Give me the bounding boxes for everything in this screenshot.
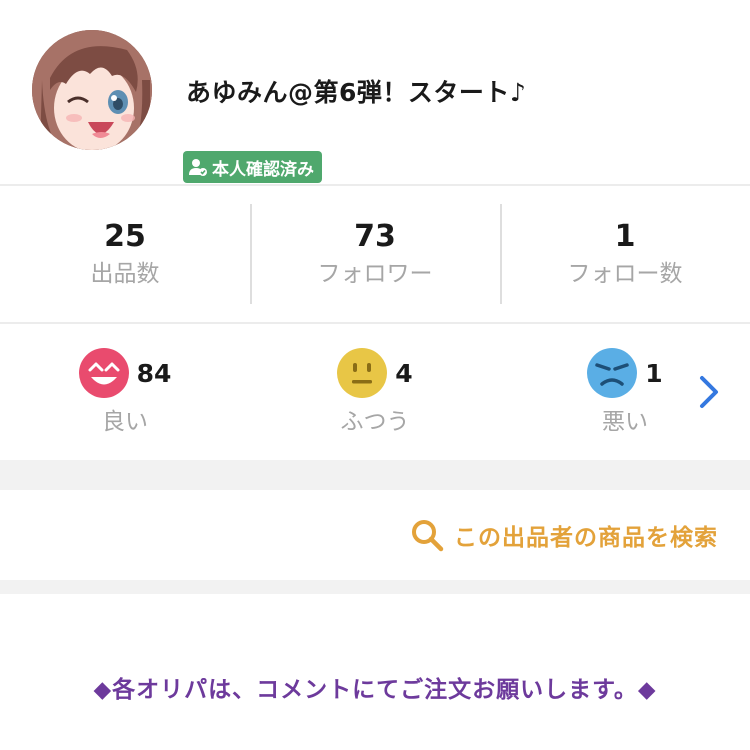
stat-value: 1 xyxy=(614,219,636,254)
seller-comment: ◆各オリパは、コメントにてご注文お願いします。◆ xyxy=(93,677,657,703)
search-icon xyxy=(412,520,444,552)
ratings-more-button[interactable] xyxy=(698,374,720,414)
stat-followers[interactable]: 73 フォロワー xyxy=(250,186,500,322)
profile-header: あゆみん@第6弾！スタート♪ 本人確認済み xyxy=(0,0,750,184)
stat-following[interactable]: 1 フォロー数 xyxy=(500,186,750,322)
stat-label: フォロワー xyxy=(317,261,433,287)
chevron-right-icon xyxy=(700,376,718,408)
rating-count: 84 xyxy=(136,358,172,388)
search-seller-items-link[interactable]: この出品者の商品を検索 xyxy=(0,490,750,580)
rating-label: 悪い xyxy=(602,409,648,435)
search-label: この出品者の商品を検索 xyxy=(454,525,718,551)
good-face-icon xyxy=(78,348,129,398)
seller-username: あゆみん@第6弾！スタート♪ xyxy=(186,78,527,107)
section-separator xyxy=(0,460,750,490)
verified-label: 本人確認済み xyxy=(212,159,314,180)
verified-user-icon xyxy=(189,159,207,176)
rating-neutral: 4 ふつう xyxy=(250,324,500,460)
rating-count: 1 xyxy=(645,358,663,388)
ratings-row[interactable]: 84 良い 4 ふつう 1 悪い xyxy=(0,324,750,460)
rating-label: ふつう xyxy=(340,409,410,435)
verified-badge: 本人確認済み xyxy=(183,151,322,183)
stat-listings[interactable]: 25 出品数 xyxy=(0,186,250,322)
bad-face-icon xyxy=(587,348,638,398)
neutral-face-icon xyxy=(337,348,388,398)
seller-profile-page: あゆみん@第6弾！スタート♪ 本人確認済み 25 出品数 73 フォロワー 1 … xyxy=(0,0,750,750)
stat-value: 73 xyxy=(354,219,396,254)
stat-value: 25 xyxy=(104,219,146,254)
rating-count: 4 xyxy=(395,358,413,388)
section-separator xyxy=(0,580,750,594)
stat-label: 出品数 xyxy=(90,261,160,287)
rating-label: 良い xyxy=(102,409,148,435)
stats-row: 25 出品数 73 フォロワー 1 フォロー数 xyxy=(0,186,750,322)
rating-good: 84 良い xyxy=(0,324,250,460)
avatar[interactable] xyxy=(32,30,152,150)
stat-label: フォロー数 xyxy=(567,261,683,287)
